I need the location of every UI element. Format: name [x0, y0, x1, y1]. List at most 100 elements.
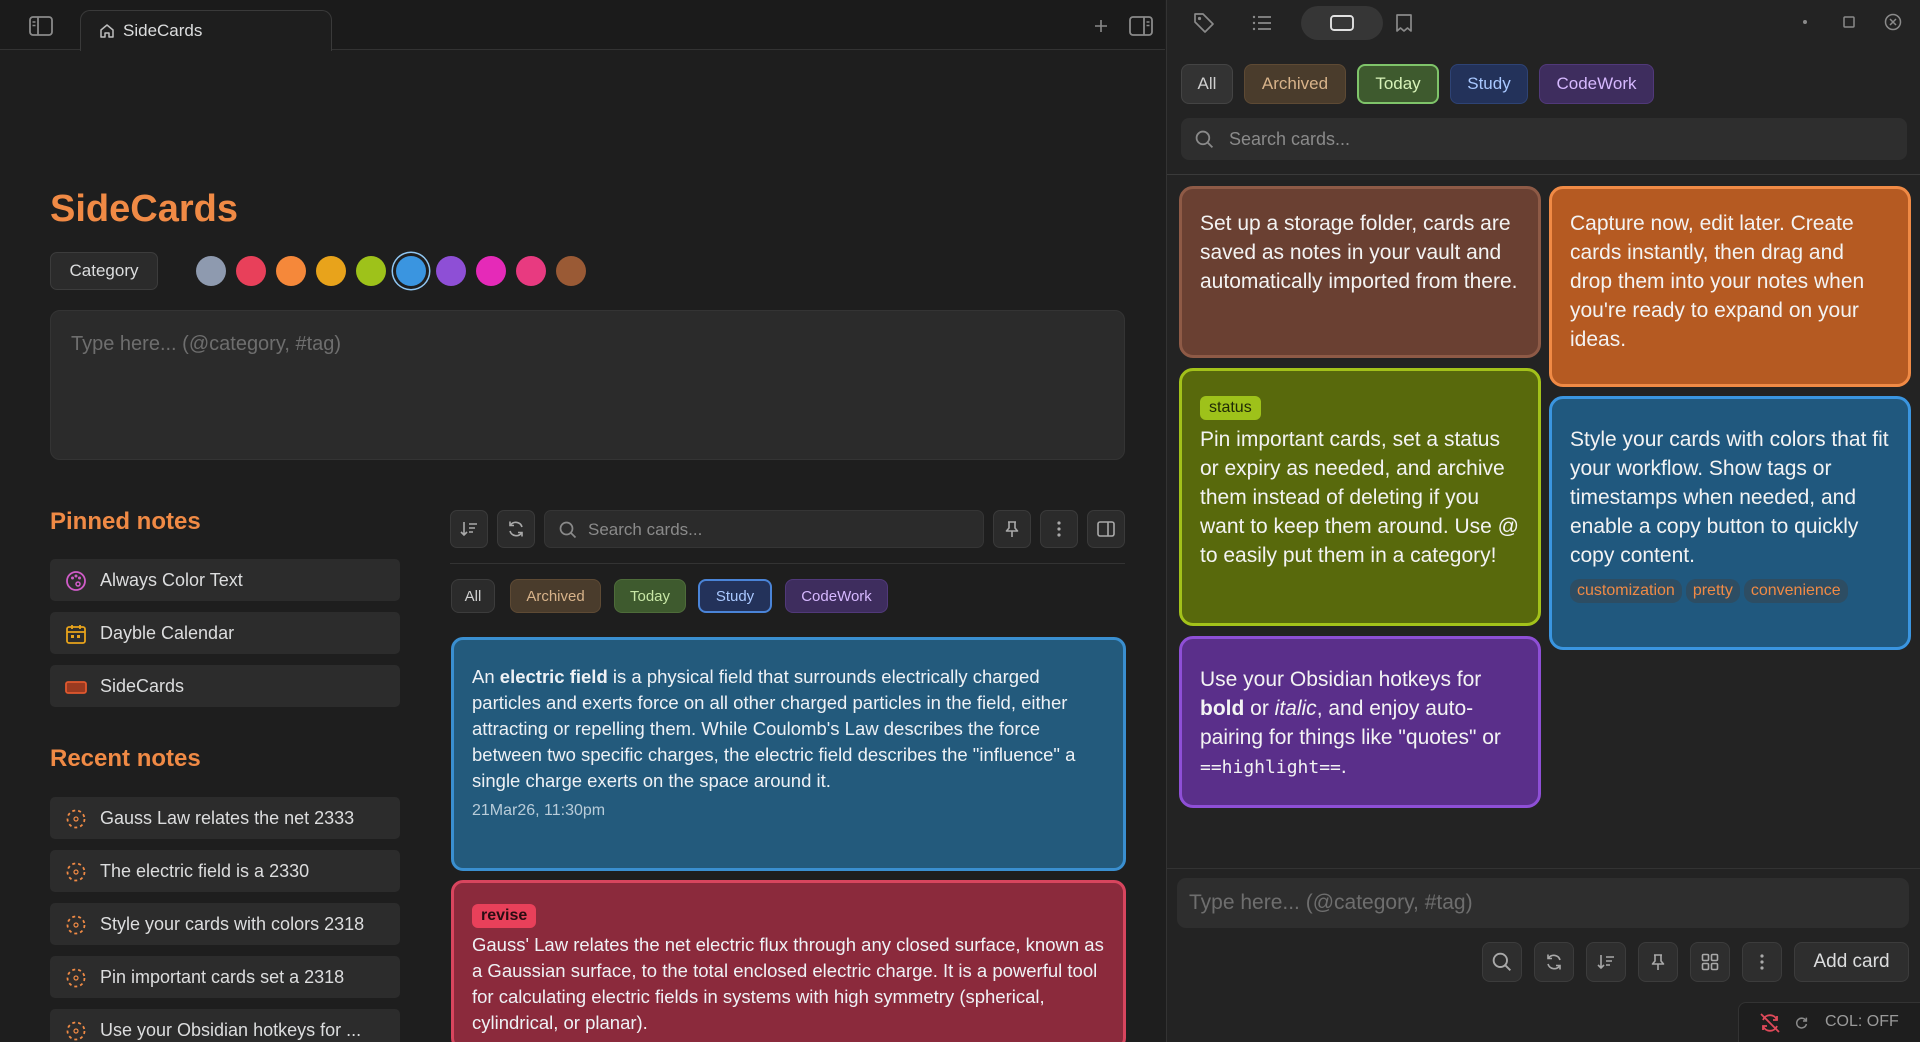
sort-button[interactable] [1586, 942, 1626, 982]
card-electric-field[interactable]: An electric field is a physical field th… [451, 637, 1126, 871]
tag-chip[interactable]: convenience [1743, 579, 1848, 603]
card-capture-now[interactable]: Capture now, edit later. Create cards in… [1549, 186, 1911, 387]
tag-chip[interactable]: pretty [1685, 579, 1740, 603]
search-input[interactable]: Search cards... [1181, 118, 1907, 160]
divider [1167, 868, 1920, 869]
search-placeholder: Search cards... [588, 520, 703, 539]
right-sidebar-toggle-icon[interactable] [1128, 15, 1154, 37]
more-options-button[interactable] [1040, 510, 1078, 548]
loading-circle-icon [65, 1020, 87, 1042]
refresh-icon[interactable] [1794, 1015, 1809, 1030]
pinned-item-dayble-calendar[interactable]: Dayble Calendar [50, 612, 400, 654]
color-swatch[interactable] [276, 256, 306, 286]
loading-circle-icon [65, 808, 87, 830]
card-text: Use your Obsidian hotkeys for bold or it… [1200, 668, 1501, 778]
card-pin-important[interactable]: status Pin important cards, set a status… [1179, 368, 1541, 626]
filter-archived[interactable]: Archived [1244, 64, 1346, 104]
sidebar-toggle-icon[interactable] [28, 15, 54, 37]
card-storage-folder[interactable]: Set up a storage folder, cards are saved… [1179, 186, 1541, 358]
bookmark-icon[interactable] [1391, 10, 1417, 36]
card-input[interactable]: Type here... (@category, #tag) [50, 310, 1125, 460]
filter-codework[interactable]: CodeWork [785, 579, 888, 613]
recent-item[interactable]: The electric field is a 2330 [50, 850, 400, 892]
color-swatch[interactable] [476, 256, 506, 286]
pinned-item-label: Always Color Text [100, 570, 243, 590]
card-style-colors[interactable]: Style your cards with colors that fit yo… [1549, 396, 1911, 650]
color-swatch[interactable] [356, 256, 386, 286]
color-swatch[interactable] [516, 256, 546, 286]
status-badge: revise [472, 904, 537, 928]
refresh-button[interactable] [497, 510, 535, 548]
tab-sidecards[interactable]: SideCards [80, 10, 332, 51]
add-card-button[interactable]: Add card [1794, 942, 1909, 982]
pinned-item-always-color-text[interactable]: Always Color Text [50, 559, 400, 601]
category-button[interactable]: Category [50, 252, 158, 290]
pinned-item-sidecards[interactable]: SideCards [50, 665, 400, 707]
search-input[interactable]: Search cards... [544, 510, 984, 548]
recent-heading: Recent notes [50, 745, 201, 772]
calendar-icon [65, 623, 87, 645]
recent-item[interactable]: Pin important cards set a 2318 [50, 956, 400, 998]
recent-item-label: Style your cards with colors 2318 [100, 914, 365, 934]
search-icon [1195, 130, 1214, 149]
recent-item[interactable]: Use your Obsidian hotkeys for ... [50, 1009, 400, 1042]
cards-view-icon [1328, 10, 1356, 36]
tab-bar: SideCards [0, 0, 1165, 51]
filter-today[interactable]: Today [1357, 64, 1439, 104]
layout-toggle-button[interactable] [1087, 510, 1125, 548]
panel-header [1167, 0, 1920, 45]
grid-view-button[interactable] [1690, 942, 1730, 982]
tag-icon[interactable] [1191, 10, 1217, 36]
palette-icon [65, 570, 87, 592]
search-button[interactable] [1482, 942, 1522, 982]
sort-button[interactable] [450, 510, 488, 548]
recent-item-label: Pin important cards set a 2318 [100, 967, 345, 987]
new-tab-icon[interactable] [1090, 15, 1112, 37]
tab-title: SideCards [123, 21, 203, 40]
list-icon[interactable] [1249, 10, 1275, 36]
main-pane: SideCards SideCards Category Type here..… [0, 0, 1165, 1042]
card-text: Pin important cards, set a status or exp… [1200, 428, 1519, 567]
card-gauss-law[interactable]: revise Gauss' Law relates the net electr… [451, 880, 1126, 1042]
filter-all[interactable]: All [451, 579, 495, 613]
card-input[interactable]: Type here... (@category, #tag) [1177, 878, 1909, 928]
pinned-item-label: SideCards [100, 676, 185, 696]
filter-study[interactable]: Study [1450, 64, 1528, 104]
recent-item[interactable]: Gauss Law relates the net 2333 [50, 797, 400, 839]
tag-chip[interactable]: customization [1570, 579, 1682, 603]
home-icon [99, 23, 115, 39]
color-swatch[interactable] [196, 256, 226, 286]
color-swatch[interactable] [556, 256, 586, 286]
card-hotkeys[interactable]: Use your Obsidian hotkeys for bold or it… [1179, 636, 1541, 808]
loading-circle-icon [65, 967, 87, 989]
page-title: SideCards [50, 188, 238, 230]
filter-all[interactable]: All [1181, 64, 1233, 104]
filter-archived[interactable]: Archived [510, 579, 601, 613]
more-options-button[interactable] [1742, 942, 1782, 982]
filter-codework[interactable]: CodeWork [1539, 64, 1654, 104]
search-placeholder: Search cards... [1229, 129, 1351, 149]
recent-item-label: The electric field is a 2330 [100, 861, 310, 881]
search-icon [559, 521, 577, 539]
pinned-heading: Pinned notes [50, 508, 201, 535]
sync-off-icon[interactable] [1759, 1012, 1781, 1034]
close-icon[interactable] [1883, 12, 1903, 32]
status-text: COL: OFF [1825, 1013, 1899, 1030]
filter-today[interactable]: Today [614, 579, 686, 613]
loading-circle-icon [65, 914, 87, 936]
loading-circle-icon [65, 861, 87, 883]
color-swatch[interactable] [396, 256, 426, 286]
pin-button[interactable] [1638, 942, 1678, 982]
card-text: An electric field is a physical field th… [472, 666, 1076, 791]
recent-item[interactable]: Style your cards with colors 2318 [50, 903, 400, 945]
window-dot-icon[interactable] [1799, 16, 1811, 28]
refresh-button[interactable] [1534, 942, 1574, 982]
color-swatch[interactable] [236, 256, 266, 286]
color-swatch[interactable] [316, 256, 346, 286]
filter-study[interactable]: Study [698, 579, 772, 613]
pin-button[interactable] [993, 510, 1031, 548]
color-swatch[interactable] [436, 256, 466, 286]
side-panel: All Archived Today Study CodeWork Search… [1166, 0, 1920, 1042]
maximize-icon[interactable] [1841, 14, 1857, 30]
status-bar: COL: OFF [1738, 1002, 1920, 1042]
